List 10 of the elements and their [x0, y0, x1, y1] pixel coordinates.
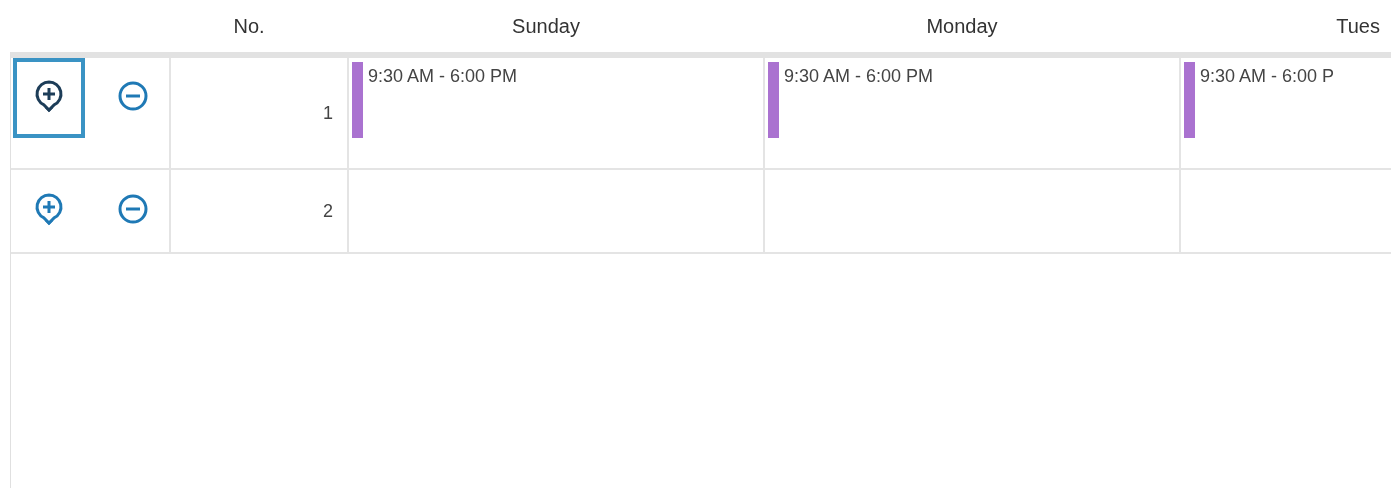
column-header[interactable]: Sunday — [512, 14, 580, 38]
column-header[interactable]: No. — [233, 14, 265, 38]
column-header[interactable]: Tues — [1336, 14, 1380, 38]
event-time[interactable]: 9:30 AM - 6:00 PM — [368, 66, 518, 87]
column-header[interactable]: Monday — [926, 14, 998, 38]
row-number: 2 — [323, 200, 333, 222]
add-button[interactable] — [13, 58, 85, 138]
row-number: 1 — [323, 102, 333, 124]
event-time[interactable]: 9:30 AM - 6:00 PM — [784, 66, 934, 87]
event-time[interactable]: 9:30 AM - 6:00 P — [1200, 66, 1335, 87]
